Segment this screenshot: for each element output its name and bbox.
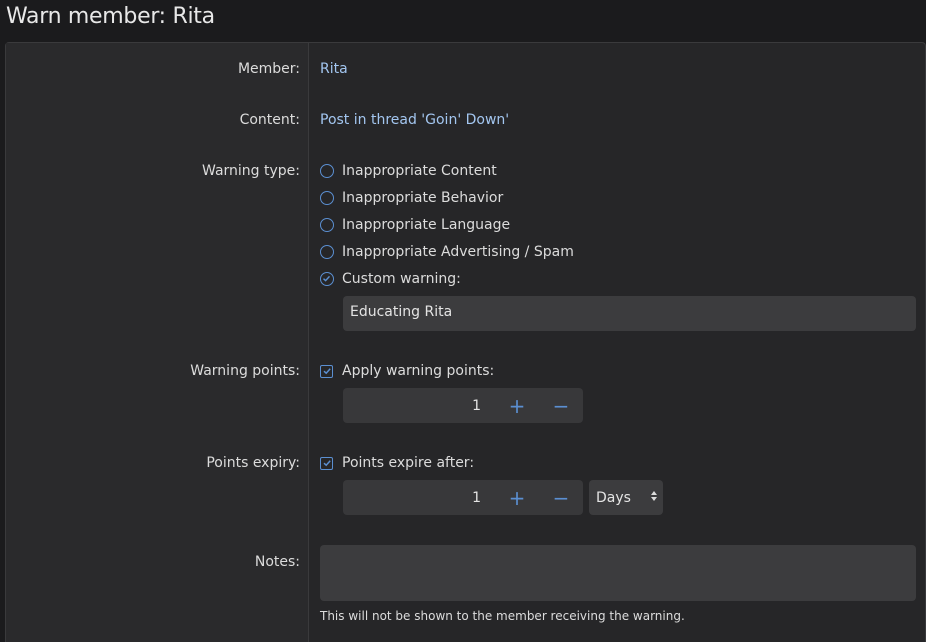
- warning-option-advertising-spam[interactable]: Inappropriate Advertising / Spam: [320, 242, 574, 262]
- expiry-unit-value: Days: [596, 489, 631, 506]
- warning-points-value[interactable]: 1: [343, 398, 495, 414]
- radio-button[interactable]: [320, 245, 334, 259]
- warning-option-inappropriate-language[interactable]: Inappropriate Language: [320, 215, 510, 235]
- member-link[interactable]: Rita: [320, 61, 348, 77]
- warning-option-inappropriate-behavior[interactable]: Inappropriate Behavior: [320, 188, 503, 208]
- member-label: Member:: [237, 61, 300, 77]
- apply-warning-points-checkbox[interactable]: Apply warning points:: [320, 361, 494, 381]
- decrement-button[interactable]: −: [539, 480, 583, 515]
- points-expiry-label: Points expiry:: [206, 455, 300, 471]
- decrement-button[interactable]: −: [539, 388, 583, 423]
- select-arrows-icon: [650, 490, 658, 506]
- warning-points-label: Warning points:: [190, 363, 300, 379]
- notes-textarea[interactable]: [320, 545, 916, 601]
- label-column: [6, 43, 309, 642]
- warning-points-stepper[interactable]: 1 + −: [343, 388, 583, 423]
- content-link[interactable]: Post in thread 'Goin' Down': [320, 112, 509, 128]
- checkbox-checked-icon[interactable]: [320, 364, 333, 378]
- notes-hint: This will not be shown to the member rec…: [320, 609, 685, 623]
- radio-checked-icon[interactable]: [320, 272, 334, 286]
- warning-option-custom[interactable]: Custom warning:: [320, 269, 461, 289]
- points-expire-checkbox[interactable]: Points expire after:: [320, 453, 474, 473]
- page-title: Warn member: Rita: [6, 4, 215, 29]
- radio-button[interactable]: [320, 191, 334, 205]
- checkbox-checked-icon[interactable]: [320, 456, 333, 470]
- increment-button[interactable]: +: [495, 388, 539, 423]
- custom-warning-input[interactable]: Educating Rita: [343, 296, 916, 331]
- warning-type-label: Warning type:: [202, 163, 300, 179]
- warning-option-inappropriate-content[interactable]: Inappropriate Content: [320, 161, 497, 181]
- radio-button[interactable]: [320, 218, 334, 232]
- notes-label: Notes:: [254, 554, 300, 570]
- points-expiry-value[interactable]: 1: [343, 490, 495, 506]
- content-label: Content:: [239, 112, 300, 128]
- radio-button[interactable]: [320, 164, 334, 178]
- warn-form-panel: Member: Rita Content: Post in thread 'Go…: [5, 42, 926, 642]
- increment-button[interactable]: +: [495, 480, 539, 515]
- points-expiry-stepper[interactable]: 1 + −: [343, 480, 583, 515]
- expiry-unit-select[interactable]: Days: [589, 480, 663, 515]
